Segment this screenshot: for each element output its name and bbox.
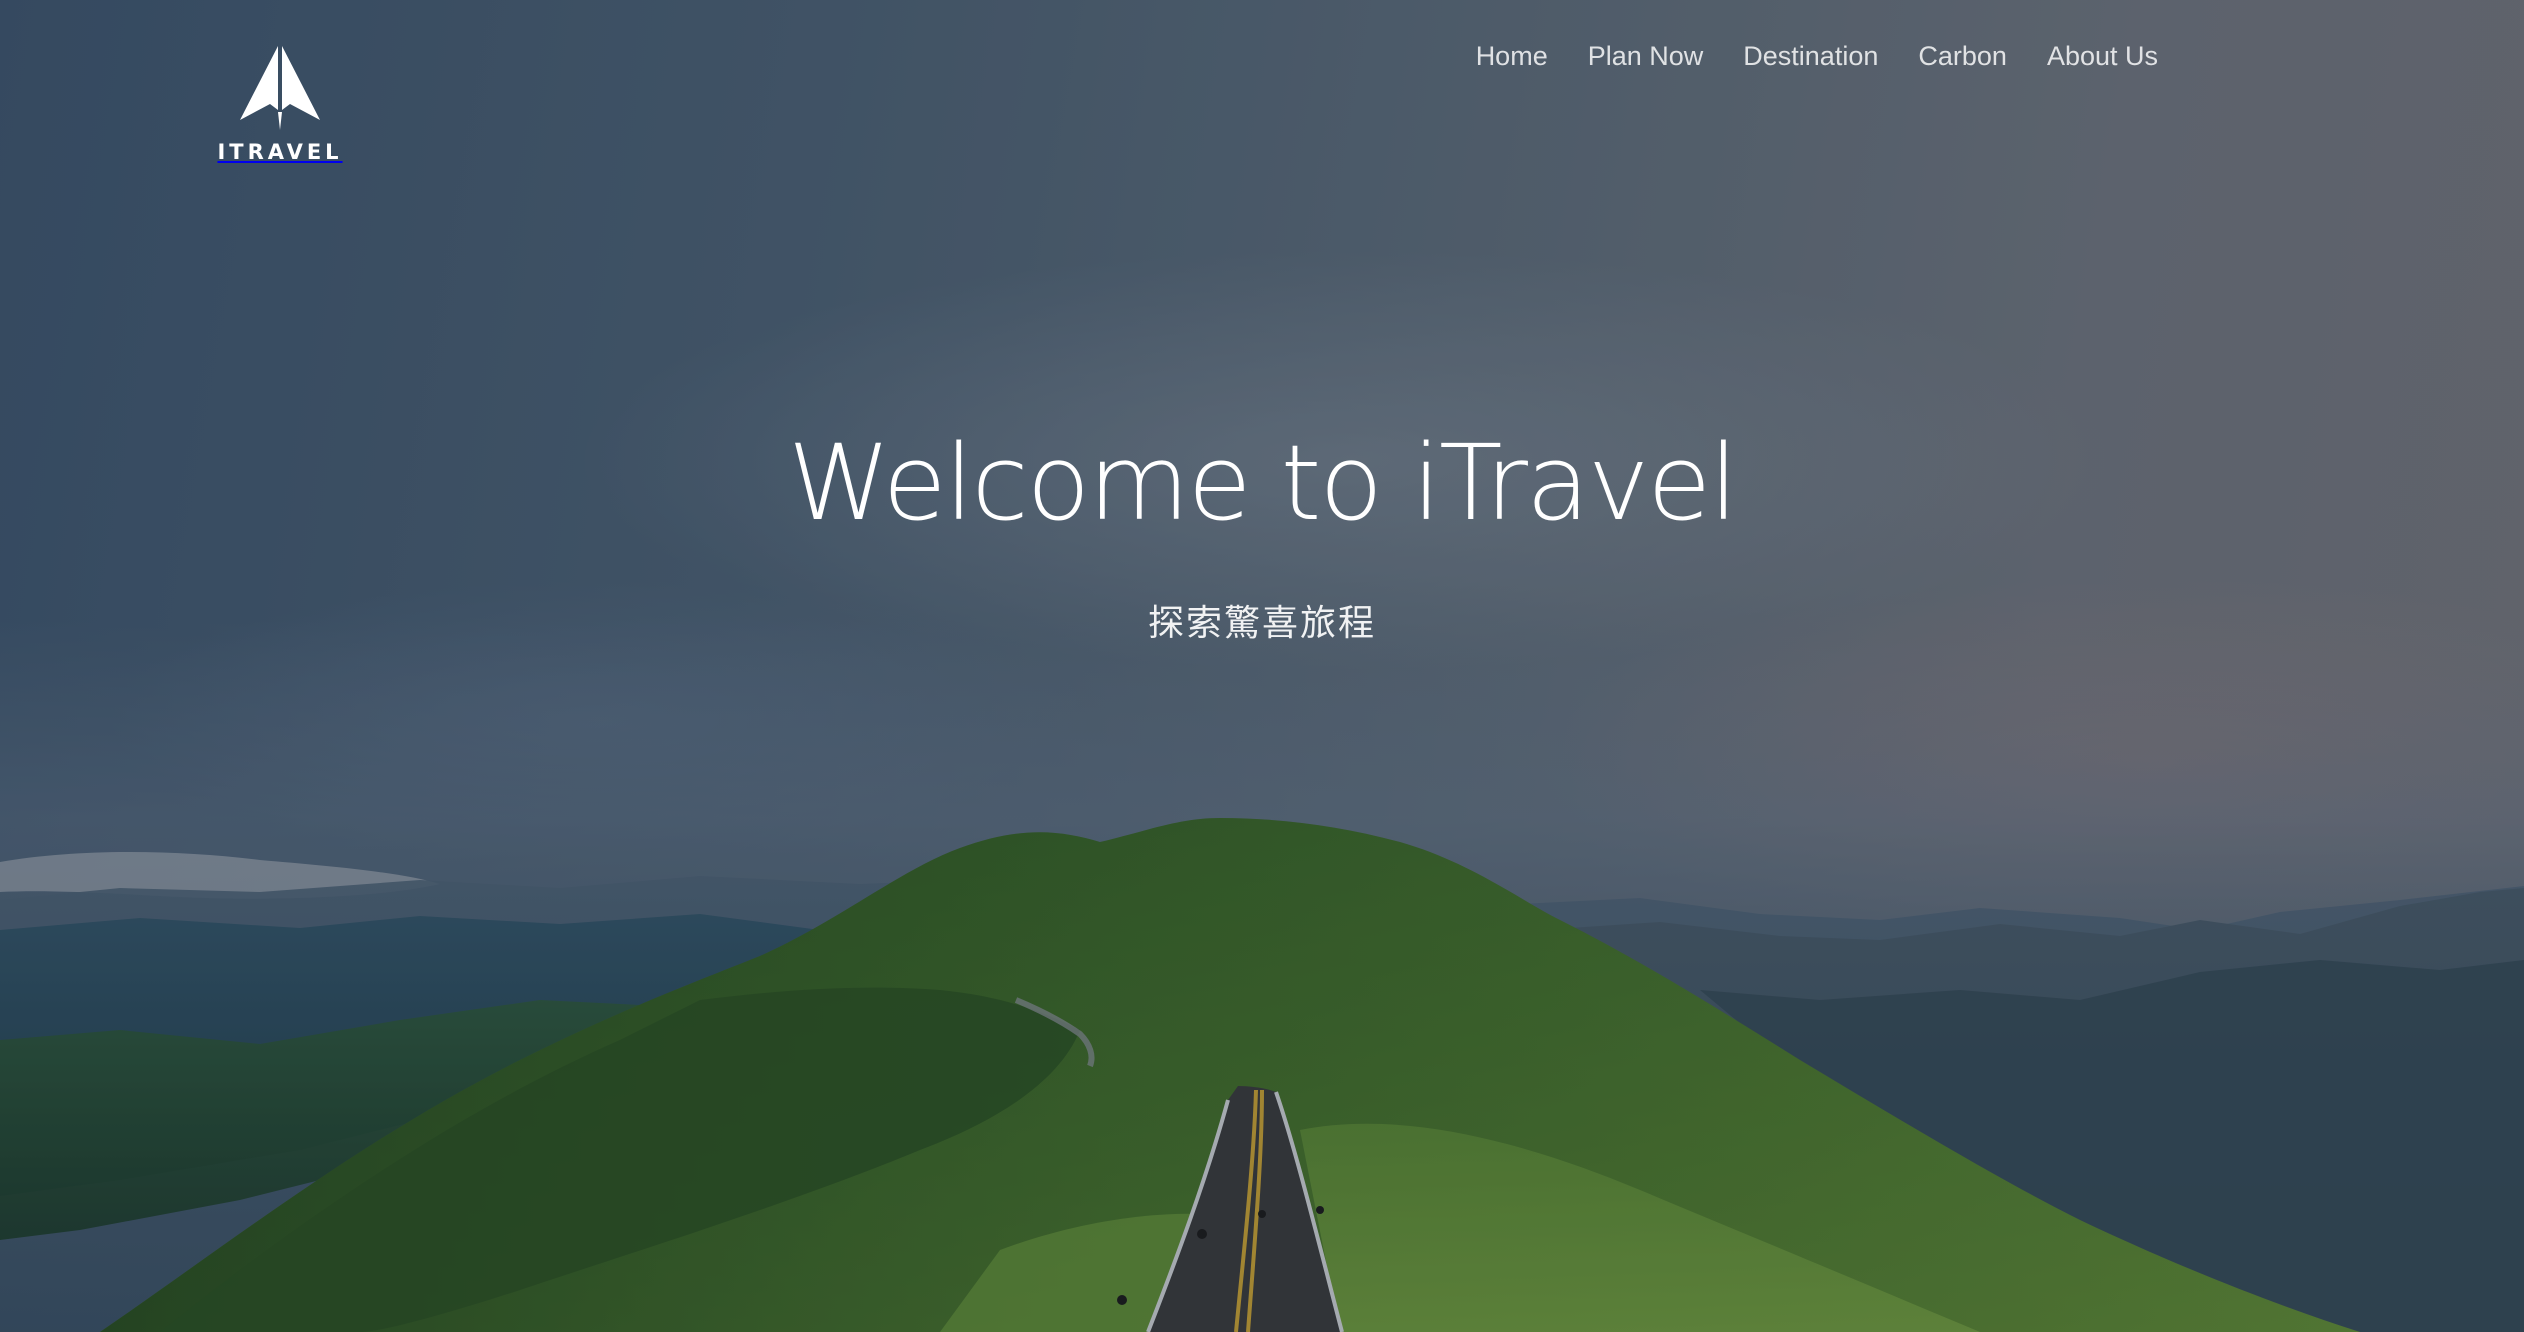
brand-logo[interactable]: ITRAVEL: [217, 44, 343, 164]
nav-link-plan-now[interactable]: Plan Now: [1588, 38, 1704, 74]
hero-section: ITRAVEL Home Plan Now Destination Carbon…: [0, 0, 2524, 1332]
hero-subtitle: 探索驚喜旅程: [1147, 603, 1376, 644]
darken-overlay: [0, 0, 2524, 1332]
paper-plane-icon: [240, 46, 320, 130]
nav-link-home[interactable]: Home: [1476, 38, 1548, 74]
logo-text: ITRAVEL: [217, 140, 343, 164]
hero-title: Welcome to iTravel: [787, 422, 1738, 544]
main-nav: Home Plan Now Destination Carbon About U…: [1476, 38, 2158, 74]
nav-link-carbon[interactable]: Carbon: [1918, 38, 2007, 74]
nav-link-destination[interactable]: Destination: [1743, 38, 1878, 74]
nav-link-about-us[interactable]: About Us: [2047, 38, 2158, 74]
